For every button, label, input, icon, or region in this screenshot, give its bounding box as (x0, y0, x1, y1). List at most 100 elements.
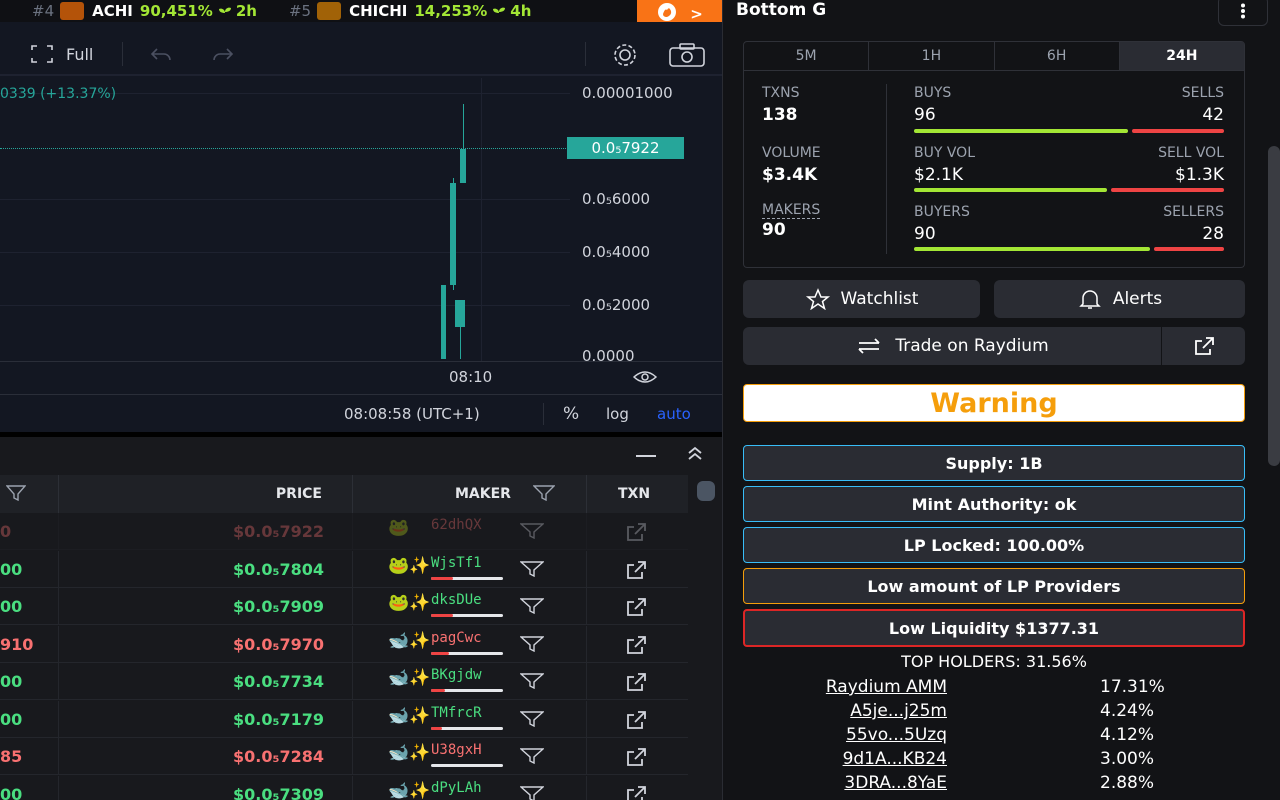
price-axis[interactable]: 0.00001000 0.0₅6000 0.0₅4000 0.0₅2000 0.… (570, 78, 722, 365)
maker-balance-bar (431, 689, 503, 692)
maker-address[interactable]: pagCwc (431, 630, 482, 646)
collapse-button[interactable] (686, 445, 704, 465)
candle-body (441, 284, 446, 359)
holder-percent: 3.00% (1100, 749, 1155, 769)
trade-amount: 00 (0, 597, 23, 616)
sprout-icon (492, 5, 506, 19)
maker-address[interactable]: TMfrcR (431, 705, 482, 721)
auto-scale-button[interactable]: auto (657, 405, 691, 423)
filter-icon[interactable] (519, 748, 545, 768)
holder-address-link[interactable]: 3DRA...8YaE (844, 773, 947, 793)
trade-price: $0.0₅7922 (232, 522, 324, 541)
price-column-header: PRICE (275, 486, 322, 502)
trade-row[interactable]: 00 $0.0₅7804 🐸✨ WjsTf1 (0, 550, 688, 588)
maker-badge-icon: 🐋✨ (388, 780, 431, 800)
watchlist-button[interactable]: Watchlist (743, 280, 980, 318)
ticker-age: 2h (235, 2, 257, 20)
holder-row: 9d1A...KB24 3.00% (723, 749, 1265, 773)
minimize-button[interactable] (636, 455, 656, 457)
filter-icon[interactable] (519, 635, 545, 656)
tab-5m[interactable]: 5M (744, 42, 870, 70)
trade-row[interactable]: 00 $0.0₅7309 🐋✨ dPyLAh (0, 775, 688, 800)
external-link-icon[interactable] (625, 785, 649, 800)
filter-icon[interactable] (519, 785, 545, 800)
external-link-icon[interactable] (625, 747, 649, 771)
more-menu-button[interactable] (1218, 0, 1268, 26)
external-link-icon[interactable] (625, 522, 649, 546)
security-check-item: Supply: 1B (743, 445, 1245, 481)
alerts-label: Alerts (1112, 289, 1163, 309)
external-link-icon[interactable] (625, 710, 649, 734)
maker-address[interactable]: U38gxH (431, 742, 482, 758)
holder-address-link[interactable]: A5je...j25m (850, 701, 947, 721)
chart-settings-button[interactable] (608, 42, 642, 68)
maker-address[interactable]: 62dhQX (431, 517, 482, 533)
external-link-icon[interactable] (625, 597, 649, 621)
maker-badge-icon: 🐋✨ (388, 743, 431, 763)
undo-icon (150, 48, 171, 61)
chart-toolbar: Full (0, 32, 722, 76)
maker-address[interactable]: dPyLAh (431, 780, 482, 796)
trade-price: $0.0₅7309 (232, 784, 324, 800)
open-external-button[interactable] (1162, 327, 1245, 365)
maker-balance-bar (431, 576, 503, 580)
time-axis[interactable]: 08:10 (0, 361, 722, 391)
buyers-bar (914, 247, 1150, 251)
maker-address[interactable]: dksDUe (431, 592, 482, 608)
trade-price: $0.0₅7284 (232, 747, 324, 766)
trade-amount: 00 (0, 559, 23, 579)
price-chart[interactable]: 0339 (+13.37%) (0, 78, 570, 361)
trade-row[interactable]: 00 $0.0₅7734 🐋✨ BKgjdw (0, 663, 688, 700)
filter-icon[interactable] (519, 560, 545, 581)
holder-address-link[interactable]: 55vo...5Uzq (846, 725, 947, 745)
ticker-rank: #5 (288, 2, 312, 20)
percent-scale-button[interactable]: % (563, 404, 579, 424)
filter-icon[interactable] (519, 598, 545, 618)
undo-button[interactable] (148, 44, 174, 64)
maker-filter-icon[interactable] (532, 485, 556, 505)
trade-row[interactable]: 00 $0.0₅7909 🐸✨ dksDUe (0, 588, 688, 625)
ticker-age: 4h (510, 2, 532, 20)
star-icon (805, 288, 830, 310)
holder-address-link[interactable]: Raydium AMM (826, 677, 947, 697)
tab-1h[interactable]: 1H (869, 42, 995, 70)
buyers-value: 90 (914, 224, 936, 244)
alerts-button[interactable]: Alerts (994, 280, 1245, 318)
redo-button[interactable] (210, 44, 236, 64)
ticker-item[interactable]: #4 ACHI 90,451% 2h (32, 2, 257, 20)
filter-icon[interactable] (519, 673, 545, 693)
timeframe-tabs: 5M 1H 6H 24H (743, 41, 1245, 71)
trade-row[interactable]: 85 $0.0₅7284 🐋✨ U38gxH (0, 738, 688, 775)
makers-value: 90 (762, 220, 786, 240)
holder-address-link[interactable]: 9d1A...KB24 (843, 749, 947, 769)
ticker-item[interactable]: #5 CHICHI 14,253% 4h (289, 2, 531, 20)
candle-body (450, 183, 456, 285)
fullscreen-button[interactable]: Full (30, 44, 93, 64)
external-link-icon[interactable] (625, 672, 649, 696)
maker-address[interactable]: BKgjdw (431, 667, 482, 683)
amount-filter-icon[interactable] (5, 485, 27, 505)
txns-label: TXNS (762, 85, 800, 101)
tab-24h[interactable]: 24H (1119, 42, 1244, 70)
maker-address[interactable]: WjsTf1 (431, 555, 482, 571)
holder-row: Raydium AMM 17.31% (723, 677, 1265, 701)
trade-row[interactable]: 0 $0.0₅7922 🐸 62dhQX (0, 513, 688, 550)
trades-scrollbar[interactable] (690, 475, 722, 800)
filter-icon[interactable] (519, 523, 545, 543)
filter-icon[interactable] (519, 710, 545, 731)
trade-row[interactable]: 910 $0.0₅7970 🐋✨ pagCwc (0, 625, 688, 663)
warning-banner: Warning (743, 384, 1245, 422)
trade-amount: 0 (0, 522, 12, 541)
trade-row[interactable]: 00 $0.0₅7179 🐋✨ TMfrcR (0, 700, 688, 738)
visibility-button[interactable] (632, 369, 658, 389)
log-scale-button[interactable]: log (606, 405, 629, 423)
screenshot-button[interactable] (668, 42, 706, 68)
external-link-icon[interactable] (625, 635, 649, 659)
trade-on-raydium-button[interactable]: Trade on Raydium (743, 327, 1161, 365)
eye-icon (632, 371, 658, 383)
tab-6h[interactable]: 6H (995, 42, 1120, 70)
external-link-icon[interactable] (625, 560, 649, 584)
panel-scrollbar[interactable] (1268, 146, 1280, 466)
trade-label: Trade on Raydium (895, 336, 1049, 356)
maker-badge-icon: 🐸✨ (388, 593, 431, 613)
